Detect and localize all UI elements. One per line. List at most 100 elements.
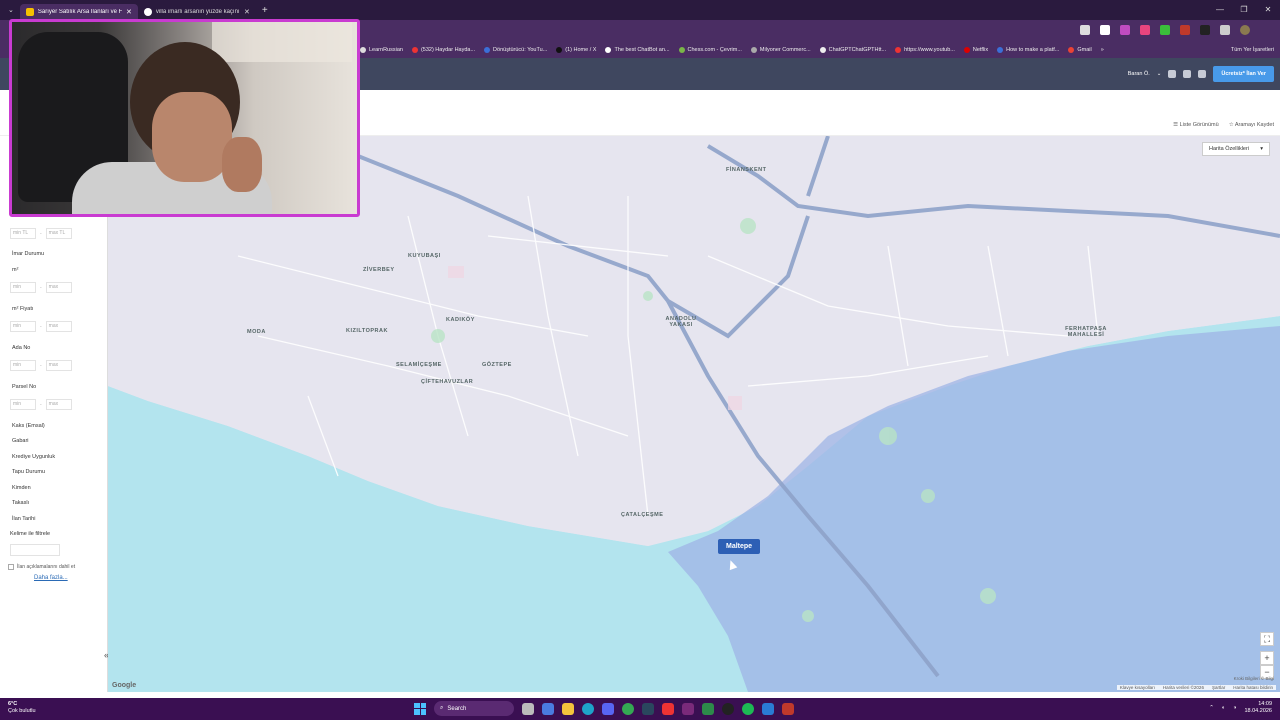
chevron-up-icon[interactable]: ⌃ (1209, 705, 1214, 711)
extension-icon[interactable] (1200, 25, 1210, 35)
extensions-puzzle-icon[interactable] (1220, 25, 1230, 35)
profile-avatar[interactable] (1240, 25, 1250, 35)
close-tab-icon[interactable]: ✕ (126, 8, 132, 16)
m2-price-max-input[interactable]: max (45, 321, 72, 332)
filter-gabari[interactable]: Gabari (12, 438, 29, 444)
filter-swap[interactable]: Takaslı (12, 500, 29, 506)
keyword-input[interactable] (10, 544, 60, 556)
bookmark-item[interactable]: ChatGPTChatGPTHtt... (819, 47, 886, 53)
user-name[interactable]: Baran Ö. (1128, 71, 1150, 77)
fullscreen-icon[interactable]: ⛶ (1260, 632, 1274, 646)
spotify-icon[interactable] (742, 702, 754, 715)
extension-icon[interactable] (1140, 25, 1150, 35)
notification-bell-icon[interactable] (1183, 70, 1192, 78)
vscode-icon[interactable] (762, 702, 774, 715)
close-tab-icon[interactable]: ✕ (244, 8, 250, 16)
weather-widget[interactable]: 6°C Çok bulutlu (8, 701, 36, 715)
filter-date[interactable]: İlan Tarihi (12, 516, 35, 522)
tab-title: Sarıyer Satılık Arsa İlanları ve Fi (37, 9, 122, 15)
clock[interactable]: 14:09 18.04.2026 (1244, 701, 1272, 715)
price-max-input[interactable]: max TL (45, 228, 72, 239)
bookmark-item[interactable]: (1) Home / X (556, 47, 596, 53)
extension-icon[interactable] (1160, 25, 1170, 35)
bookmark-item[interactable]: Milyoner Commerc... (750, 47, 811, 53)
tab-villa[interactable]: villa imarlı arsanın yüzde kaçını ✕ (138, 4, 256, 20)
zoom-in-button[interactable]: + (1260, 651, 1274, 665)
bookmark-item[interactable]: How to make a platf... (997, 47, 1059, 53)
zoning-filter[interactable]: İmar Durumu (12, 251, 44, 257)
minimize-icon[interactable]: — (1208, 0, 1232, 20)
windows-start-icon[interactable] (414, 702, 426, 715)
price-min-input[interactable]: min TL (10, 228, 36, 239)
checkbox[interactable] (8, 564, 14, 570)
close-window-icon[interactable]: ✕ (1256, 0, 1280, 20)
filter-kaks[interactable]: Kaks (Emsal) (12, 423, 45, 429)
map-view[interactable]: FİNANSKENT KUYUBAŞI ZİVERBEY KADIKÖY KIZ… (108, 136, 1280, 692)
parcel-min-input[interactable]: min (10, 399, 36, 410)
report-error-link[interactable]: Harita hatası bildirin (1233, 685, 1273, 690)
tab-title: villa imarlı arsanın yüzde kaçını (155, 9, 240, 15)
system-tray: ⌃ ◐ ◑ 14:09 18.04.2026 (1209, 701, 1272, 715)
app-icon[interactable] (682, 702, 694, 715)
m2-max-input[interactable]: max (45, 282, 72, 293)
m2-min-input[interactable]: min (10, 282, 36, 293)
steam-icon[interactable] (642, 702, 654, 715)
extension-icon[interactable] (1180, 25, 1190, 35)
m2-range: min - max (10, 282, 72, 293)
bookmark-item[interactable]: Gmail (1068, 47, 1092, 53)
widgets-icon[interactable] (542, 702, 554, 715)
block-max-input[interactable]: max (45, 360, 72, 371)
keyboard-shortcuts-link[interactable]: Klavye kısayolları (1120, 685, 1155, 690)
bookmark-item[interactable]: (532) Haydar Hayda... (411, 47, 475, 53)
extension-icon[interactable] (1120, 25, 1130, 35)
google-favicon-icon (143, 8, 152, 16)
m2-price-min-input[interactable]: min (10, 321, 36, 332)
more-filters-link[interactable]: Daha fazla... (34, 575, 68, 581)
bookmark-item[interactable]: Chess.com - Çevrim... (678, 47, 742, 53)
file-explorer-icon[interactable] (562, 702, 574, 715)
bookmark-overflow[interactable]: » (1101, 47, 1104, 53)
message-icon[interactable] (1168, 70, 1177, 78)
bookmark-item[interactable]: Dönüştürücü: YouTu... (484, 47, 547, 53)
block-no-range: min - max (10, 360, 72, 371)
chevron-down-icon[interactable]: ⌄ (1157, 71, 1162, 77)
volume-icon[interactable]: ◑ (1233, 705, 1236, 711)
tab-sariyer[interactable]: Sarıyer Satılık Arsa İlanları ve Fi ✕ (19, 4, 138, 20)
include-description-checkbox[interactable]: İlan açıklamalarını dahil et (8, 564, 75, 570)
terms-link[interactable]: Şartlar (1212, 685, 1225, 690)
list-view-link[interactable]: ☰ Liste Görünümü (1173, 122, 1219, 128)
chrome-icon[interactable] (622, 702, 634, 715)
sahibinden-favicon-icon (25, 8, 34, 16)
favorites-star-icon[interactable] (1198, 70, 1207, 78)
app-icon[interactable] (782, 702, 794, 715)
tab-menu-chevron-icon[interactable]: ⌄ (8, 6, 14, 14)
edge-icon[interactable] (582, 702, 594, 715)
discord-icon[interactable] (602, 702, 614, 715)
obs-icon[interactable] (722, 702, 734, 715)
bookmark-item[interactable]: Netflix (963, 47, 988, 53)
post-ad-button[interactable]: Ücretsiz* İlan Ver (1213, 66, 1274, 82)
app-icon[interactable] (702, 702, 714, 715)
save-search-link[interactable]: ☆ Aramayı Kaydet (1229, 122, 1274, 128)
parcel-max-input[interactable]: max (45, 399, 72, 410)
filter-credit[interactable]: Krediye Uygunluk (12, 454, 55, 460)
map-features-select[interactable]: Harita Özellikleri ▾ (1202, 142, 1270, 156)
star-icon[interactable] (1080, 25, 1090, 35)
network-icon[interactable]: ◐ (1222, 705, 1225, 711)
price-range: min TL - max TL (10, 228, 72, 239)
filter-from[interactable]: Kimden (12, 485, 31, 491)
new-tab-icon[interactable]: + (262, 5, 268, 16)
app-icon[interactable] (662, 702, 674, 715)
task-view-icon[interactable] (522, 702, 534, 715)
maximize-icon[interactable]: ❐ (1232, 0, 1256, 20)
map-label: ANADOLU YAKASI (665, 316, 697, 328)
bookmark-item[interactable]: https://www.youtub... (895, 47, 955, 53)
bookmark-item[interactable]: The best ChatBot an... (605, 47, 670, 53)
all-bookmarks[interactable]: Tüm Yer İşaretleri (1231, 42, 1274, 58)
filter-sidebar: min TL - max TL İmar Durumu m² min - max… (0, 136, 109, 692)
taskbar-search[interactable]: ⌕ Search (434, 701, 514, 716)
filter-deed[interactable]: Tapu Durumu (12, 469, 45, 475)
extension-icon[interactable] (1100, 25, 1110, 35)
bookmark-item[interactable]: LearnRussian (360, 47, 403, 53)
block-min-input[interactable]: min (10, 360, 36, 371)
